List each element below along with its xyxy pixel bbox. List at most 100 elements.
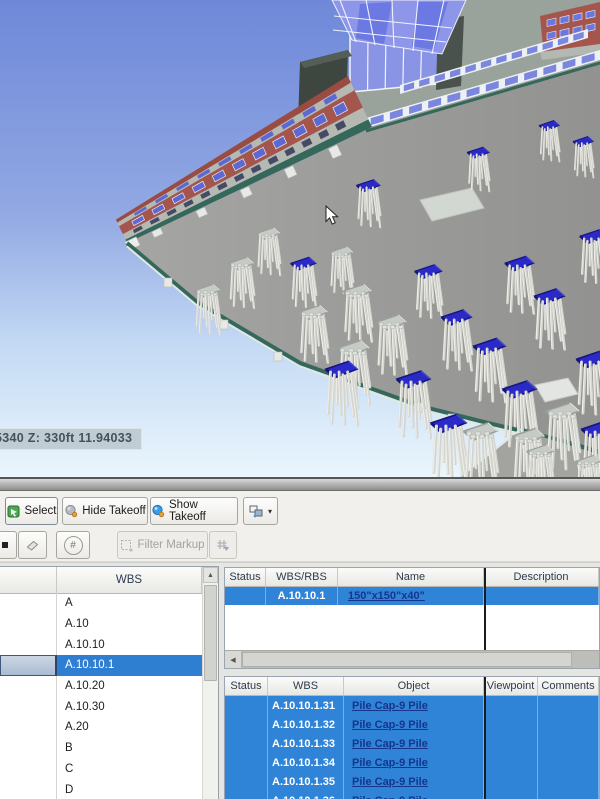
table-row[interactable]: A.10.10.1.31 Pile Cap-9 Pile [225,696,599,715]
object-link[interactable]: Pile Cap-9 Pile [352,719,428,731]
frozen-pane-divider [484,677,486,799]
items-table-header: Status WBS Object Viewpoint Comments [225,677,599,696]
wbs-list-item[interactable]: A.10.10.1 [0,655,202,676]
object-link[interactable]: Pile Cap-9 Pile [352,757,428,769]
wbs-list-item[interactable]: A.10.20 [0,675,202,697]
vertical-scrollbar[interactable]: ▲ [202,567,218,799]
scrollbar-thumb[interactable] [204,585,217,681]
number-markup-button[interactable]: # [56,531,90,559]
column-header-object[interactable]: Object [344,677,484,695]
comments-cell [538,772,599,791]
filter-markup-button[interactable]: Filter Markup [117,531,208,559]
renumber-button[interactable] [209,531,237,559]
viewpoint-cell [484,772,538,791]
show-takeoff-label: Show Takeoff [169,499,206,523]
status-cell [225,791,268,799]
takeoff-table-header: Status WBS/RBS Name Description [225,568,599,587]
wbs-list-item[interactable]: A [0,593,202,614]
app-window: 5340 Z: 330ft 11.94033 Select Hide Takeo… [0,0,600,799]
wbs-item-label: A [65,597,73,610]
table-row[interactable]: A.10.10.1.32 Pile Cap-9 Pile [225,715,599,734]
status-cell [225,715,268,734]
wbs-list-item[interactable]: A.10.10 [0,634,202,656]
object-link[interactable]: Pile Cap-9 Pile [352,776,428,788]
chevron-down-icon: ▾ [267,506,272,516]
takeoff-table-body: A.10.10.1 150"x150"x40" [225,587,599,650]
wbs-item-label: A.10.10.1 [57,655,202,676]
select-button[interactable]: Select [5,497,58,525]
row-selector-cell[interactable] [0,634,57,656]
comments-cell [538,734,599,753]
3d-viewport[interactable]: 5340 Z: 330ft 11.94033 [0,0,600,477]
wbs-list-item[interactable]: A.10 [0,613,202,635]
row-selector-cell[interactable] [0,779,57,799]
hide-takeoff-label: Hide Takeoff [82,505,146,517]
takeoff-name-link[interactable]: 150"x150"x40" [348,590,425,602]
hide-takeoff-icon [64,504,78,518]
object-cell: Pile Cap-9 Pile [344,791,484,799]
table-row[interactable]: A.10.10.1 150"x150"x40" [225,587,599,605]
comments-cell [538,753,599,772]
wbs-list-item[interactable]: C [0,758,202,780]
row-selector-cell[interactable] [0,593,57,614]
column-header-description[interactable]: Description [484,568,599,586]
row-selector-cell[interactable] [0,737,57,759]
wbs-list: A A.10 A.10.10 A.10.10.1 A.10.20 A.10.30 A.20 B… [0,593,202,799]
markup-color-button[interactable] [0,531,17,559]
description-cell [484,587,599,605]
table-row[interactable]: A.10.10.1.34 Pile Cap-9 Pile [225,753,599,772]
viewpoint-cell [484,696,538,715]
takeoff-items-table: Status WBS Object Viewpoint Comments A.1… [224,676,600,799]
3d-model-scene [0,0,600,477]
wbs-list-item[interactable]: B [0,737,202,759]
wbsrbs-cell: A.10.10.1 [266,587,338,605]
object-link[interactable]: Pile Cap-9 Pile [352,795,428,799]
column-header-wbsrbs[interactable]: WBS/RBS [266,568,338,586]
wbs-column-header[interactable]: WBS [57,567,202,593]
horizontal-scrollbar[interactable]: ◀ [225,650,599,668]
wbs-list-item[interactable]: A.20 [0,717,202,738]
hide-takeoff-button[interactable]: Hide Takeoff [62,497,148,525]
horizontal-splitter[interactable] [0,477,600,491]
row-selector-cell[interactable] [0,758,57,780]
status-cell [225,696,268,715]
takeoff-toolbar: Select Hide Takeoff Show Takeoff ▾ fx [0,491,600,562]
scroll-up-icon[interactable]: ▲ [203,567,218,583]
row-selector-cell[interactable] [0,696,57,718]
wbs-item-label: B [65,742,73,755]
viewpoint-cell [484,715,538,734]
column-header-status[interactable]: Status [225,568,266,586]
status-cell [225,587,266,605]
wbs-cell: A.10.10.1.33 [268,734,344,753]
wbs-list-item[interactable]: D [0,779,202,799]
row-selector-cell[interactable] [0,613,57,635]
object-cell: Pile Cap-9 Pile [344,734,484,753]
wbs-list-item[interactable]: A.10.30 [0,696,202,718]
status-cell [225,734,268,753]
object-link[interactable]: Pile Cap-9 Pile [352,700,428,712]
status-cell [225,772,268,791]
wbs-panel: WBS A A.10 A.10.10 A.10.10.1 A.10.20 A.10.30 A… [0,566,219,799]
show-takeoff-button[interactable]: Show Takeoff [150,497,238,525]
row-selector-cell[interactable] [0,717,57,738]
scroll-left-icon[interactable]: ◀ [225,651,242,668]
wbs-item-label: A.20 [65,721,89,734]
select-label: Select [24,505,57,517]
object-link[interactable]: Pile Cap-9 Pile [352,738,428,750]
row-selector-cell[interactable] [0,655,57,676]
row-selector-cell[interactable] [0,675,57,697]
column-header-viewpoint[interactable]: Viewpoint [484,677,538,695]
column-header-comments[interactable]: Comments [538,677,599,695]
scrollbar-thumb[interactable] [242,652,572,667]
column-header-wbs[interactable]: WBS [268,677,344,695]
hash-circle-icon: # [63,535,83,555]
table-row[interactable]: A.10.10.1.33 Pile Cap-9 Pile [225,734,599,753]
viewpoint-cell [484,753,538,772]
table-row[interactable]: A.10.10.1.36 Pile Cap-9 Pile [225,791,599,799]
column-header-name[interactable]: Name [338,568,484,586]
table-row[interactable]: A.10.10.1.35 Pile Cap-9 Pile [225,772,599,791]
eraser-button[interactable] [18,531,47,559]
column-header-status[interactable]: Status [225,677,268,695]
takeoff-summary-table: Status WBS/RBS Name Description A.10.10.… [224,567,600,669]
viewpoint-options-dropdown[interactable]: ▾ [243,497,278,525]
